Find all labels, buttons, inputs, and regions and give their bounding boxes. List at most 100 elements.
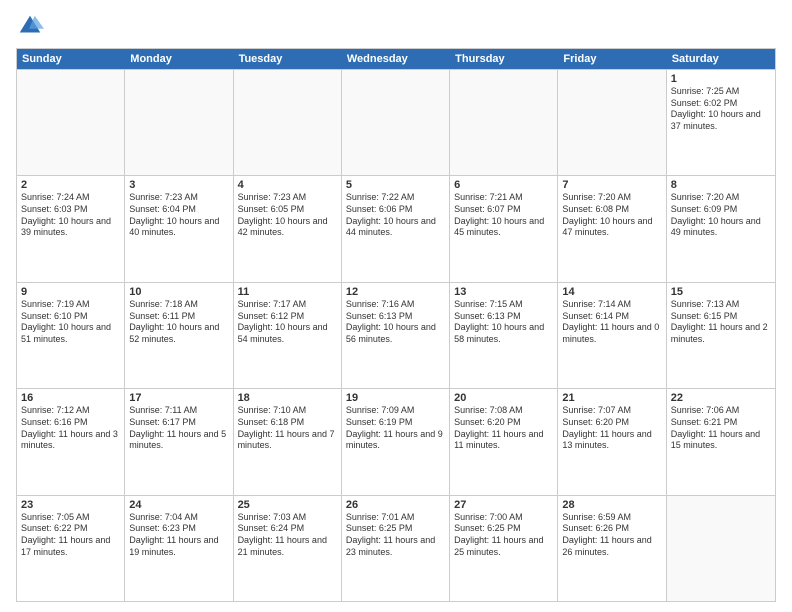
day-number: 15 bbox=[671, 286, 771, 298]
cell-info: Sunrise: 7:17 AM Sunset: 6:12 PM Dayligh… bbox=[238, 299, 337, 346]
day-number: 22 bbox=[671, 392, 771, 404]
cell-info: Sunrise: 7:16 AM Sunset: 6:13 PM Dayligh… bbox=[346, 299, 445, 346]
cell-info: Sunrise: 7:22 AM Sunset: 6:06 PM Dayligh… bbox=[346, 192, 445, 239]
cell-info: Sunrise: 7:24 AM Sunset: 6:03 PM Dayligh… bbox=[21, 192, 120, 239]
cal-cell: 25Sunrise: 7:03 AM Sunset: 6:24 PM Dayli… bbox=[234, 496, 342, 601]
day-number: 12 bbox=[346, 286, 445, 298]
day-number: 9 bbox=[21, 286, 120, 298]
cell-info: Sunrise: 7:04 AM Sunset: 6:23 PM Dayligh… bbox=[129, 512, 228, 559]
cal-header-day: Sunday bbox=[17, 49, 125, 69]
cal-cell bbox=[450, 70, 558, 175]
cell-info: Sunrise: 7:23 AM Sunset: 6:04 PM Dayligh… bbox=[129, 192, 228, 239]
cell-info: Sunrise: 7:00 AM Sunset: 6:25 PM Dayligh… bbox=[454, 512, 553, 559]
cal-header-day: Wednesday bbox=[342, 49, 450, 69]
cal-cell: 21Sunrise: 7:07 AM Sunset: 6:20 PM Dayli… bbox=[558, 389, 666, 494]
cell-info: Sunrise: 7:10 AM Sunset: 6:18 PM Dayligh… bbox=[238, 405, 337, 452]
cal-cell bbox=[17, 70, 125, 175]
cell-info: Sunrise: 7:23 AM Sunset: 6:05 PM Dayligh… bbox=[238, 192, 337, 239]
cal-row: 2Sunrise: 7:24 AM Sunset: 6:03 PM Daylig… bbox=[17, 175, 775, 281]
cal-cell: 6Sunrise: 7:21 AM Sunset: 6:07 PM Daylig… bbox=[450, 176, 558, 281]
day-number: 18 bbox=[238, 392, 337, 404]
cal-cell: 18Sunrise: 7:10 AM Sunset: 6:18 PM Dayli… bbox=[234, 389, 342, 494]
cal-row: 16Sunrise: 7:12 AM Sunset: 6:16 PM Dayli… bbox=[17, 388, 775, 494]
day-number: 26 bbox=[346, 499, 445, 511]
cell-info: Sunrise: 7:01 AM Sunset: 6:25 PM Dayligh… bbox=[346, 512, 445, 559]
day-number: 19 bbox=[346, 392, 445, 404]
cal-cell bbox=[558, 70, 666, 175]
cal-cell: 3Sunrise: 7:23 AM Sunset: 6:04 PM Daylig… bbox=[125, 176, 233, 281]
day-number: 10 bbox=[129, 286, 228, 298]
calendar-body: 1Sunrise: 7:25 AM Sunset: 6:02 PM Daylig… bbox=[17, 69, 775, 601]
cell-info: Sunrise: 7:07 AM Sunset: 6:20 PM Dayligh… bbox=[562, 405, 661, 452]
cal-cell: 26Sunrise: 7:01 AM Sunset: 6:25 PM Dayli… bbox=[342, 496, 450, 601]
day-number: 1 bbox=[671, 73, 771, 85]
cal-cell: 20Sunrise: 7:08 AM Sunset: 6:20 PM Dayli… bbox=[450, 389, 558, 494]
cal-cell: 4Sunrise: 7:23 AM Sunset: 6:05 PM Daylig… bbox=[234, 176, 342, 281]
cell-info: Sunrise: 7:09 AM Sunset: 6:19 PM Dayligh… bbox=[346, 405, 445, 452]
day-number: 11 bbox=[238, 286, 337, 298]
cell-info: Sunrise: 7:12 AM Sunset: 6:16 PM Dayligh… bbox=[21, 405, 120, 452]
cal-cell: 5Sunrise: 7:22 AM Sunset: 6:06 PM Daylig… bbox=[342, 176, 450, 281]
page: SundayMondayTuesdayWednesdayThursdayFrid… bbox=[0, 0, 792, 612]
cal-header-day: Tuesday bbox=[234, 49, 342, 69]
day-number: 20 bbox=[454, 392, 553, 404]
cal-cell: 8Sunrise: 7:20 AM Sunset: 6:09 PM Daylig… bbox=[667, 176, 775, 281]
cal-cell: 12Sunrise: 7:16 AM Sunset: 6:13 PM Dayli… bbox=[342, 283, 450, 388]
cal-header-day: Monday bbox=[125, 49, 233, 69]
cell-info: Sunrise: 7:05 AM Sunset: 6:22 PM Dayligh… bbox=[21, 512, 120, 559]
cal-cell: 10Sunrise: 7:18 AM Sunset: 6:11 PM Dayli… bbox=[125, 283, 233, 388]
cal-row: 9Sunrise: 7:19 AM Sunset: 6:10 PM Daylig… bbox=[17, 282, 775, 388]
day-number: 6 bbox=[454, 179, 553, 191]
day-number: 14 bbox=[562, 286, 661, 298]
day-number: 13 bbox=[454, 286, 553, 298]
calendar-header: SundayMondayTuesdayWednesdayThursdayFrid… bbox=[17, 49, 775, 69]
cal-row: 1Sunrise: 7:25 AM Sunset: 6:02 PM Daylig… bbox=[17, 69, 775, 175]
cell-info: Sunrise: 7:20 AM Sunset: 6:09 PM Dayligh… bbox=[671, 192, 771, 239]
cal-header-day: Thursday bbox=[450, 49, 558, 69]
day-number: 7 bbox=[562, 179, 661, 191]
cal-cell bbox=[234, 70, 342, 175]
cal-cell: 14Sunrise: 7:14 AM Sunset: 6:14 PM Dayli… bbox=[558, 283, 666, 388]
cal-cell: 16Sunrise: 7:12 AM Sunset: 6:16 PM Dayli… bbox=[17, 389, 125, 494]
cal-cell: 22Sunrise: 7:06 AM Sunset: 6:21 PM Dayli… bbox=[667, 389, 775, 494]
day-number: 2 bbox=[21, 179, 120, 191]
cal-cell: 19Sunrise: 7:09 AM Sunset: 6:19 PM Dayli… bbox=[342, 389, 450, 494]
logo bbox=[16, 12, 48, 40]
day-number: 28 bbox=[562, 499, 661, 511]
day-number: 27 bbox=[454, 499, 553, 511]
header bbox=[16, 12, 776, 40]
cal-cell: 17Sunrise: 7:11 AM Sunset: 6:17 PM Dayli… bbox=[125, 389, 233, 494]
cal-cell bbox=[125, 70, 233, 175]
day-number: 17 bbox=[129, 392, 228, 404]
cal-cell: 27Sunrise: 7:00 AM Sunset: 6:25 PM Dayli… bbox=[450, 496, 558, 601]
cal-row: 23Sunrise: 7:05 AM Sunset: 6:22 PM Dayli… bbox=[17, 495, 775, 601]
cal-cell: 7Sunrise: 7:20 AM Sunset: 6:08 PM Daylig… bbox=[558, 176, 666, 281]
cell-info: Sunrise: 7:25 AM Sunset: 6:02 PM Dayligh… bbox=[671, 86, 771, 133]
cell-info: Sunrise: 7:08 AM Sunset: 6:20 PM Dayligh… bbox=[454, 405, 553, 452]
cal-cell: 28Sunrise: 6:59 AM Sunset: 6:26 PM Dayli… bbox=[558, 496, 666, 601]
cal-cell: 11Sunrise: 7:17 AM Sunset: 6:12 PM Dayli… bbox=[234, 283, 342, 388]
cal-cell: 15Sunrise: 7:13 AM Sunset: 6:15 PM Dayli… bbox=[667, 283, 775, 388]
cell-info: Sunrise: 7:13 AM Sunset: 6:15 PM Dayligh… bbox=[671, 299, 771, 346]
cell-info: Sunrise: 7:15 AM Sunset: 6:13 PM Dayligh… bbox=[454, 299, 553, 346]
cell-info: Sunrise: 7:14 AM Sunset: 6:14 PM Dayligh… bbox=[562, 299, 661, 346]
cell-info: Sunrise: 7:18 AM Sunset: 6:11 PM Dayligh… bbox=[129, 299, 228, 346]
cell-info: Sunrise: 7:03 AM Sunset: 6:24 PM Dayligh… bbox=[238, 512, 337, 559]
day-number: 4 bbox=[238, 179, 337, 191]
cal-cell: 9Sunrise: 7:19 AM Sunset: 6:10 PM Daylig… bbox=[17, 283, 125, 388]
cal-header-day: Friday bbox=[558, 49, 666, 69]
cell-info: Sunrise: 7:21 AM Sunset: 6:07 PM Dayligh… bbox=[454, 192, 553, 239]
day-number: 24 bbox=[129, 499, 228, 511]
logo-icon bbox=[16, 12, 44, 40]
cal-cell bbox=[342, 70, 450, 175]
cal-cell: 23Sunrise: 7:05 AM Sunset: 6:22 PM Dayli… bbox=[17, 496, 125, 601]
cell-info: Sunrise: 7:06 AM Sunset: 6:21 PM Dayligh… bbox=[671, 405, 771, 452]
calendar: SundayMondayTuesdayWednesdayThursdayFrid… bbox=[16, 48, 776, 602]
day-number: 23 bbox=[21, 499, 120, 511]
cal-cell: 1Sunrise: 7:25 AM Sunset: 6:02 PM Daylig… bbox=[667, 70, 775, 175]
cell-info: Sunrise: 7:19 AM Sunset: 6:10 PM Dayligh… bbox=[21, 299, 120, 346]
cal-cell: 24Sunrise: 7:04 AM Sunset: 6:23 PM Dayli… bbox=[125, 496, 233, 601]
cell-info: Sunrise: 6:59 AM Sunset: 6:26 PM Dayligh… bbox=[562, 512, 661, 559]
day-number: 16 bbox=[21, 392, 120, 404]
day-number: 8 bbox=[671, 179, 771, 191]
